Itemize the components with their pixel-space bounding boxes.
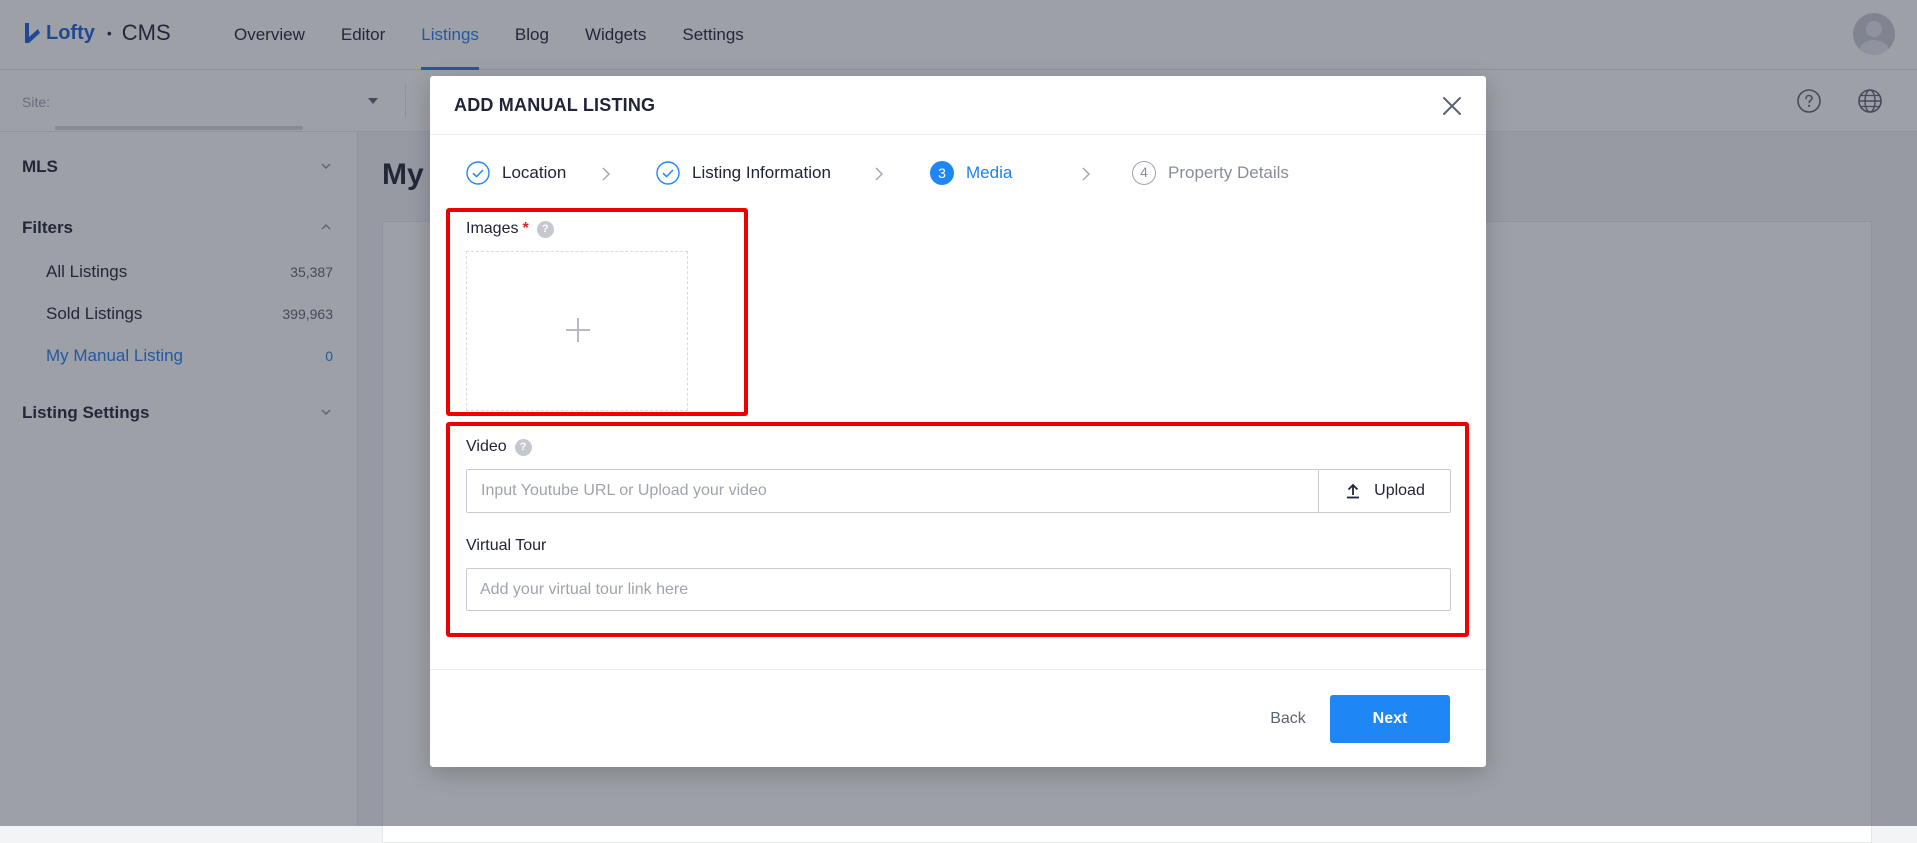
step-media[interactable]: 3 Media — [930, 161, 1012, 185]
check-circle-icon — [466, 161, 490, 185]
modal-footer-divider — [430, 669, 1486, 670]
upload-video-button[interactable]: Upload — [1318, 469, 1451, 513]
chevron-right-icon — [875, 167, 883, 181]
back-button[interactable]: Back — [1230, 695, 1346, 743]
images-label: Images — [466, 220, 519, 237]
check-circle-icon — [656, 161, 680, 185]
virtual-tour-input[interactable] — [466, 568, 1451, 611]
step-property-details[interactable]: 4 Property Details — [1132, 161, 1289, 185]
step-number-badge: 4 — [1132, 161, 1156, 185]
step-location[interactable]: Location — [466, 161, 566, 185]
step-label: Listing Information — [692, 163, 831, 182]
modal-header: ADD MANUAL LISTING — [430, 76, 1486, 135]
video-input-group: Upload — [466, 469, 1451, 513]
step-label: Media — [966, 163, 1013, 182]
step-number-badge: 3 — [930, 161, 954, 185]
help-icon[interactable]: ? — [514, 439, 532, 456]
images-field-label: Images *? — [466, 220, 554, 238]
video-url-input[interactable] — [466, 469, 1318, 513]
upload-icon — [1347, 483, 1360, 499]
chevron-right-icon — [1082, 167, 1090, 181]
close-icon[interactable] — [1442, 96, 1462, 116]
upload-button-label: Upload — [1374, 482, 1425, 499]
required-mark: * — [522, 220, 529, 237]
add-manual-listing-modal: ADD MANUAL LISTING Location Listing Info… — [430, 76, 1486, 767]
video-field-label: Video? — [466, 438, 532, 456]
help-icon[interactable]: ? — [536, 221, 554, 238]
chevron-right-icon — [602, 167, 610, 181]
step-label: Location — [502, 163, 567, 182]
modal-title: ADD MANUAL LISTING — [454, 95, 656, 115]
virtual-tour-label: Virtual Tour — [466, 537, 547, 554]
plus-icon — [566, 318, 590, 342]
step-label: Property Details — [1168, 163, 1289, 182]
image-upload-dropzone[interactable] — [466, 251, 688, 411]
next-button[interactable]: Next — [1330, 695, 1450, 743]
video-label: Video — [466, 438, 507, 455]
step-listing-information[interactable]: Listing Information — [656, 161, 831, 185]
